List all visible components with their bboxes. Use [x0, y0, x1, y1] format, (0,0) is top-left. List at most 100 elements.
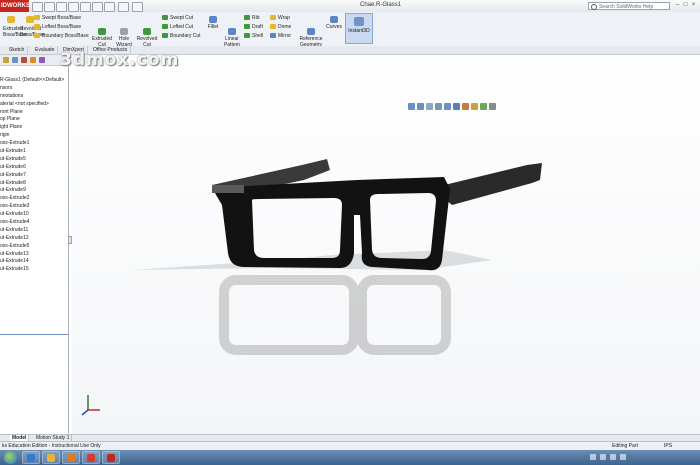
start-button[interactable]	[4, 451, 17, 464]
feature-tree-item[interactable]: ut-Extrude10	[0, 211, 68, 219]
boundary-boss-button[interactable]: Boundary Boss/Base	[34, 33, 89, 39]
feature-tree-item[interactable]: ight Plane	[0, 124, 68, 132]
select-icon[interactable]	[104, 2, 115, 12]
search-placeholder: Search SolidWorks Help	[599, 4, 654, 10]
solidworks-logo[interactable]: IDWORKS	[0, 0, 30, 12]
rib-button[interactable]: Rib	[244, 15, 260, 21]
swept-cut-label: Swept Cut	[170, 15, 194, 21]
options-icon[interactable]	[132, 2, 143, 12]
draft-icon	[244, 24, 250, 29]
swept-boss-button[interactable]: Swept Boss/Base	[34, 15, 81, 21]
print-icon[interactable]	[80, 2, 91, 12]
curves-button[interactable]: Curves	[325, 16, 343, 30]
shell-button[interactable]: Shell	[244, 33, 263, 39]
feature-tree-item[interactable]: ut-Extrude8	[0, 180, 68, 188]
feature-tree-item[interactable]: oss-Extrude5	[0, 243, 68, 251]
feature-tree-item[interactable]: nnotations	[0, 93, 68, 101]
configuration-manager-tab-icon[interactable]	[21, 57, 27, 63]
boundary-cut-label: Boundary Cut	[170, 33, 201, 39]
feature-tree-item[interactable]: ut-Extrude6	[0, 164, 68, 172]
windows-taskbar	[0, 450, 700, 465]
feature-tree-item[interactable]: ront Plane	[0, 109, 68, 117]
feature-tree-item[interactable]: oss-Extrude3	[0, 203, 68, 211]
draft-label: Draft	[252, 24, 263, 30]
mirror-button[interactable]: Mirror	[270, 33, 291, 39]
feature-tree-item[interactable]: ut-Extrude12	[0, 235, 68, 243]
open-document-icon[interactable]	[56, 2, 67, 12]
minimize-button[interactable]: –	[674, 2, 681, 9]
extruded-boss-label: Extruded Boss/Base	[3, 26, 27, 38]
feature-tree-item[interactable]: ut-Extrude5	[0, 156, 68, 164]
lofted-boss-icon	[34, 24, 40, 29]
feature-tree-item[interactable]: ut-Extrude14	[0, 258, 68, 266]
close-button[interactable]: ×	[690, 2, 697, 9]
tray-network-icon[interactable]	[600, 454, 606, 460]
media-player-icon	[67, 454, 75, 462]
search-icon	[591, 4, 597, 10]
taskbar-solidworks-button[interactable]	[102, 451, 120, 464]
instant3d-button[interactable]: Instant3D	[345, 13, 373, 44]
feature-tree-item[interactable]: oss-Extrude4	[0, 219, 68, 227]
maximize-button[interactable]: □	[682, 2, 689, 9]
search-help-input[interactable]: Search SolidWorks Help	[588, 2, 670, 10]
dimxpert-manager-tab-icon[interactable]	[30, 57, 36, 63]
taskbar-internet-explorer-button[interactable]	[22, 451, 40, 464]
feature-tree-item[interactable]: oss-Extrude2	[0, 195, 68, 203]
taskbar-file-explorer-button[interactable]	[42, 451, 60, 464]
menu-arrow-icon[interactable]	[32, 2, 43, 12]
solidworks-icon	[107, 454, 115, 462]
feature-tree-item[interactable]: ut-Extrude9	[0, 187, 68, 195]
graphics-viewport[interactable]	[72, 55, 700, 434]
undo-icon[interactable]	[92, 2, 103, 12]
rib-label: Rib	[252, 15, 260, 21]
lofted-cut-icon	[162, 24, 168, 29]
dome-icon	[270, 24, 276, 29]
dome-button[interactable]: Dome	[270, 24, 291, 30]
feature-tree-item[interactable]: op Plane	[0, 116, 68, 124]
instant3d-label: Instant3D	[348, 28, 370, 34]
tray-battery-icon[interactable]	[620, 454, 626, 460]
feature-tree-item[interactable]: nsors	[0, 85, 68, 93]
rollback-bar[interactable]	[0, 334, 68, 335]
display-manager-tab-icon[interactable]	[39, 57, 45, 63]
tray-flag-icon[interactable]	[590, 454, 596, 460]
feature-tree-item[interactable]: ut-Extrude7	[0, 172, 68, 180]
feature-manager-tab-icon[interactable]	[3, 57, 9, 63]
extruded-cut-icon	[98, 28, 106, 35]
tab-evaluate[interactable]: Evaluate	[32, 46, 59, 54]
wrap-icon	[270, 15, 276, 20]
wrap-label: Wrap	[278, 15, 290, 21]
taskbar-media-player-button[interactable]	[62, 451, 80, 464]
mirror-icon	[270, 33, 276, 38]
wrap-button[interactable]: Wrap	[270, 15, 290, 21]
tab-sketch[interactable]: Sketch	[6, 46, 29, 54]
feature-tree: R-Glass1 (Default<<Default> nsors nnotatio…	[0, 77, 68, 274]
tray-volume-icon[interactable]	[610, 454, 616, 460]
feature-tree-item[interactable]: ut-Extrude11	[0, 227, 68, 235]
feature-tree-item[interactable]: ut-Extrude15	[0, 266, 68, 274]
extruded-boss-button[interactable]	[3, 16, 19, 24]
security-icon	[87, 454, 95, 462]
feature-tree-item[interactable]: R-Glass1 (Default<<Default>	[0, 77, 68, 85]
lofted-cut-button[interactable]: Lofted Cut	[162, 24, 193, 30]
boundary-cut-button[interactable]: Boundary Cut	[162, 33, 201, 39]
fillet-button[interactable]: Fillet	[205, 16, 221, 30]
taskbar-security-button[interactable]	[82, 451, 100, 464]
feature-tree-item[interactable]: oss-Extrude1	[0, 140, 68, 148]
lofted-boss-button[interactable]: Lofted Boss/Base	[34, 24, 81, 30]
property-manager-tab-icon[interactable]	[12, 57, 18, 63]
feature-tree-item[interactable]: ut-Extrude1	[0, 148, 68, 156]
boundary-cut-icon	[162, 33, 168, 38]
fillet-icon	[209, 16, 217, 23]
feature-tree-item[interactable]: aterial <not specified>	[0, 101, 68, 109]
rebuild-icon[interactable]	[118, 2, 129, 12]
save-icon[interactable]	[68, 2, 79, 12]
draft-button[interactable]: Draft	[244, 24, 263, 30]
instant3d-icon	[354, 17, 364, 26]
watermark-text: 3dmox.com	[60, 50, 180, 70]
feature-tree-item[interactable]: rigin	[0, 132, 68, 140]
internet-explorer-icon	[27, 454, 35, 462]
swept-cut-button[interactable]: Swept Cut	[162, 15, 193, 21]
new-document-icon[interactable]	[44, 2, 55, 12]
feature-tree-item[interactable]: ut-Extrude13	[0, 251, 68, 259]
